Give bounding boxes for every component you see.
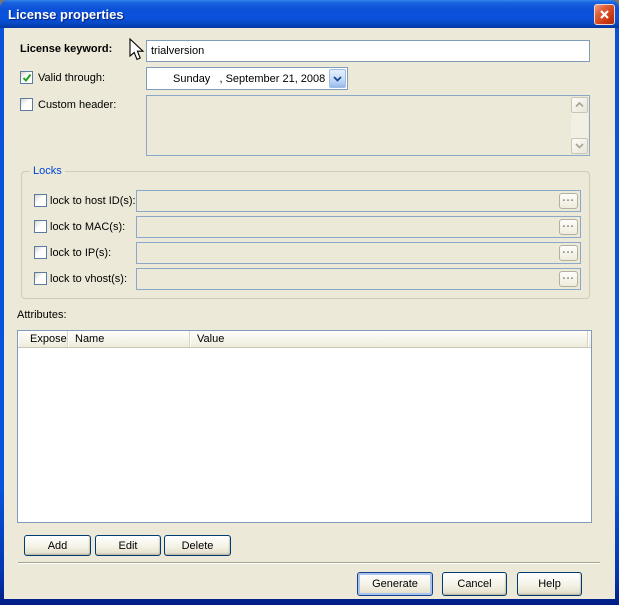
valid-through-checkbox[interactable] (20, 71, 33, 84)
browse-ellipsis: ... (562, 244, 574, 256)
footer-divider (18, 562, 600, 564)
help-button[interactable]: Help (517, 572, 582, 596)
valid-through-label: Valid through: (38, 72, 105, 84)
cancel-button[interactable]: Cancel (442, 572, 507, 596)
attributes-table-header: Expose Name Value (18, 331, 591, 348)
column-header-value[interactable]: Value (190, 331, 588, 347)
scroll-up-button[interactable] (571, 97, 588, 113)
date-dropdown-button[interactable] (329, 69, 346, 88)
lock-mac-label: lock to MAC(s): (50, 221, 125, 233)
lock-host-input[interactable] (138, 192, 555, 210)
attributes-table-body[interactable] (18, 348, 591, 522)
lock-vhost-input[interactable] (138, 270, 555, 288)
lock-host-checkbox[interactable] (34, 194, 47, 207)
license-keyword-label: License keyword: (20, 43, 112, 55)
browse-ellipsis: ... (562, 192, 574, 204)
custom-header-checkbox[interactable] (20, 98, 33, 111)
valid-through-date-select[interactable]: Sunday , September 21, 2008 (146, 67, 348, 90)
column-header-name[interactable]: Name (68, 331, 190, 347)
lock-vhost-field: ... (136, 268, 581, 290)
dialog-body: License keyword: Valid through: Sunday ,… (4, 28, 615, 599)
browse-ellipsis: ... (562, 270, 574, 282)
lock-mac-input[interactable] (138, 218, 555, 236)
locks-group-title: Locks (30, 165, 65, 177)
lock-host-label: lock to host ID(s): (50, 195, 136, 207)
attributes-table: Expose Name Value (17, 330, 592, 523)
lock-mac-checkbox[interactable] (34, 220, 47, 233)
custom-header-textarea[interactable] (146, 95, 590, 156)
column-header-expose[interactable]: Expose (18, 331, 68, 347)
browse-ellipsis: ... (562, 218, 574, 230)
lock-host-field: ... (136, 190, 581, 212)
lock-ip-label: lock to IP(s): (50, 247, 111, 259)
lock-vhost-checkbox[interactable] (34, 272, 47, 285)
mouse-cursor-icon (129, 38, 147, 62)
license-properties-dialog: License properties License keyword: Vali… (0, 0, 619, 605)
generate-button[interactable]: Generate (357, 572, 433, 596)
close-button[interactable] (594, 4, 615, 25)
custom-header-label: Custom header: (38, 99, 116, 111)
lock-mac-field: ... (136, 216, 581, 238)
chevron-down-icon (575, 143, 584, 149)
scroll-down-button[interactable] (571, 138, 588, 154)
lock-ip-field: ... (136, 242, 581, 264)
lock-host-browse-button[interactable]: ... (559, 193, 578, 209)
close-icon (599, 9, 610, 20)
date-value: Sunday , September 21, 2008 (147, 73, 328, 85)
edit-button[interactable]: Edit (95, 535, 161, 556)
chevron-down-icon (333, 76, 342, 82)
window-title: License properties (0, 7, 124, 22)
check-icon (22, 73, 32, 83)
license-keyword-input[interactable] (146, 40, 590, 62)
lock-ip-checkbox[interactable] (34, 246, 47, 259)
lock-ip-browse-button[interactable]: ... (559, 245, 578, 261)
titlebar[interactable]: License properties (0, 0, 619, 28)
add-button[interactable]: Add (24, 535, 91, 556)
locks-group: Locks lock to host ID(s): ... lock to MA… (21, 171, 590, 299)
lock-ip-input[interactable] (138, 244, 555, 262)
attributes-label: Attributes: (17, 309, 67, 321)
chevron-up-icon (575, 102, 584, 108)
lock-mac-browse-button[interactable]: ... (559, 219, 578, 235)
lock-vhost-browse-button[interactable]: ... (559, 271, 578, 287)
delete-button[interactable]: Delete (164, 535, 231, 556)
column-header-filler (588, 331, 591, 347)
lock-vhost-label: lock to vhost(s): (50, 273, 127, 285)
textarea-scrollbar[interactable] (571, 97, 588, 154)
